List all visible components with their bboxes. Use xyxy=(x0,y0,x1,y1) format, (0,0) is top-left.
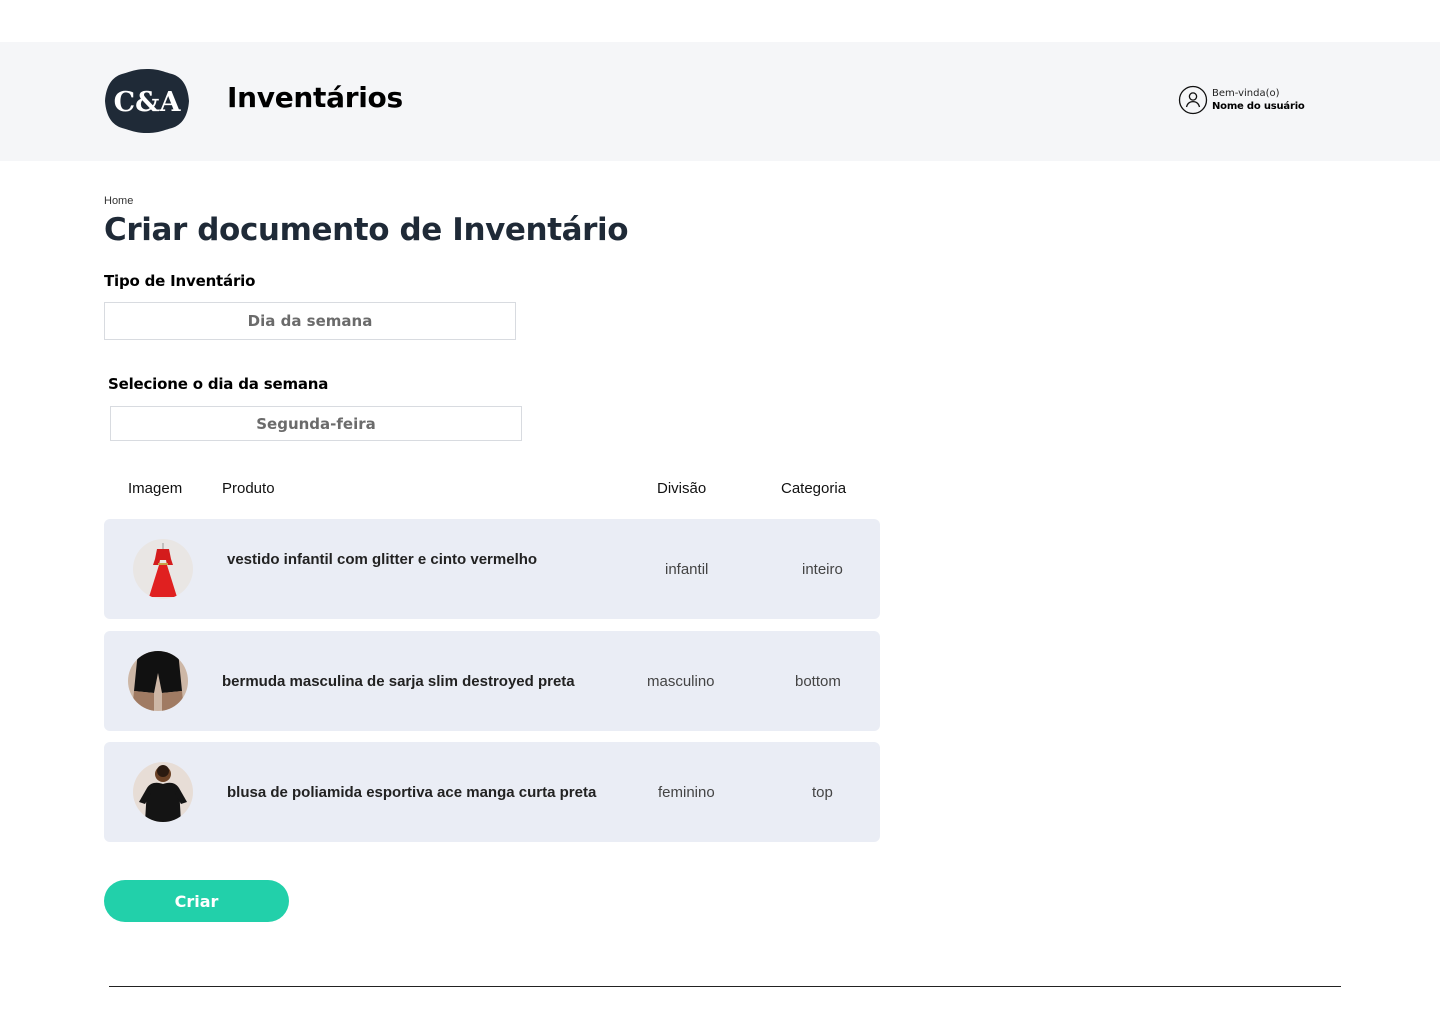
product-name: vestido infantil com glitter e cinto ver… xyxy=(227,551,538,568)
column-header-division: Divisão xyxy=(657,480,707,497)
red-dress-image xyxy=(133,539,193,599)
user-greeting: Bem-vinda(o) xyxy=(1212,88,1280,99)
brand-logo[interactable]: C&A xyxy=(104,68,190,134)
division-cell: infantil xyxy=(665,561,709,578)
table-row[interactable]: blusa de poliamida esportiva ace manga c… xyxy=(104,742,880,842)
app-title: Inventários xyxy=(227,81,403,114)
page-title: Criar documento de Inventário xyxy=(104,212,629,248)
footer-divider xyxy=(109,986,1341,987)
user-name: Nome do usuário xyxy=(1212,101,1305,112)
product-name: bermuda masculina de sarja slim destroye… xyxy=(222,673,575,690)
table-row[interactable]: bermuda masculina de sarja slim destroye… xyxy=(104,631,880,731)
weekday-select[interactable]: Segunda-feira xyxy=(110,406,522,441)
user-menu[interactable]: Bem-vinda(o) Nome do usuário xyxy=(1178,84,1305,116)
weekday-label: Selecione o dia da semana xyxy=(108,375,329,393)
create-button[interactable]: Criar xyxy=(104,880,289,922)
category-cell: inteiro xyxy=(802,561,843,578)
app-header: C&A Inventários Bem-vinda(o) Nome do usu… xyxy=(0,42,1440,161)
inventory-type-label: Tipo de Inventário xyxy=(104,272,256,290)
black-blouse-image xyxy=(133,762,193,822)
brand-logo-badge: C&A xyxy=(105,69,189,133)
division-cell: masculino xyxy=(647,673,715,690)
category-cell: bottom xyxy=(795,673,841,690)
user-circle-icon xyxy=(1178,85,1208,115)
table-row[interactable]: vestido infantil com glitter e cinto ver… xyxy=(104,519,880,619)
inventory-type-select[interactable]: Dia da semana xyxy=(104,302,516,340)
black-shorts-image xyxy=(128,651,188,711)
division-cell: feminino xyxy=(658,784,715,801)
column-header-category: Categoria xyxy=(781,480,847,497)
column-header-product: Produto xyxy=(222,480,275,497)
product-name: blusa de poliamida esportiva ace manga c… xyxy=(227,784,597,801)
user-info: Bem-vinda(o) Nome do usuário xyxy=(1212,87,1305,113)
breadcrumb-home[interactable]: Home xyxy=(104,195,133,207)
logo-text: C&A xyxy=(114,87,182,118)
column-header-image: Imagem xyxy=(128,480,183,497)
category-cell: top xyxy=(812,784,833,801)
